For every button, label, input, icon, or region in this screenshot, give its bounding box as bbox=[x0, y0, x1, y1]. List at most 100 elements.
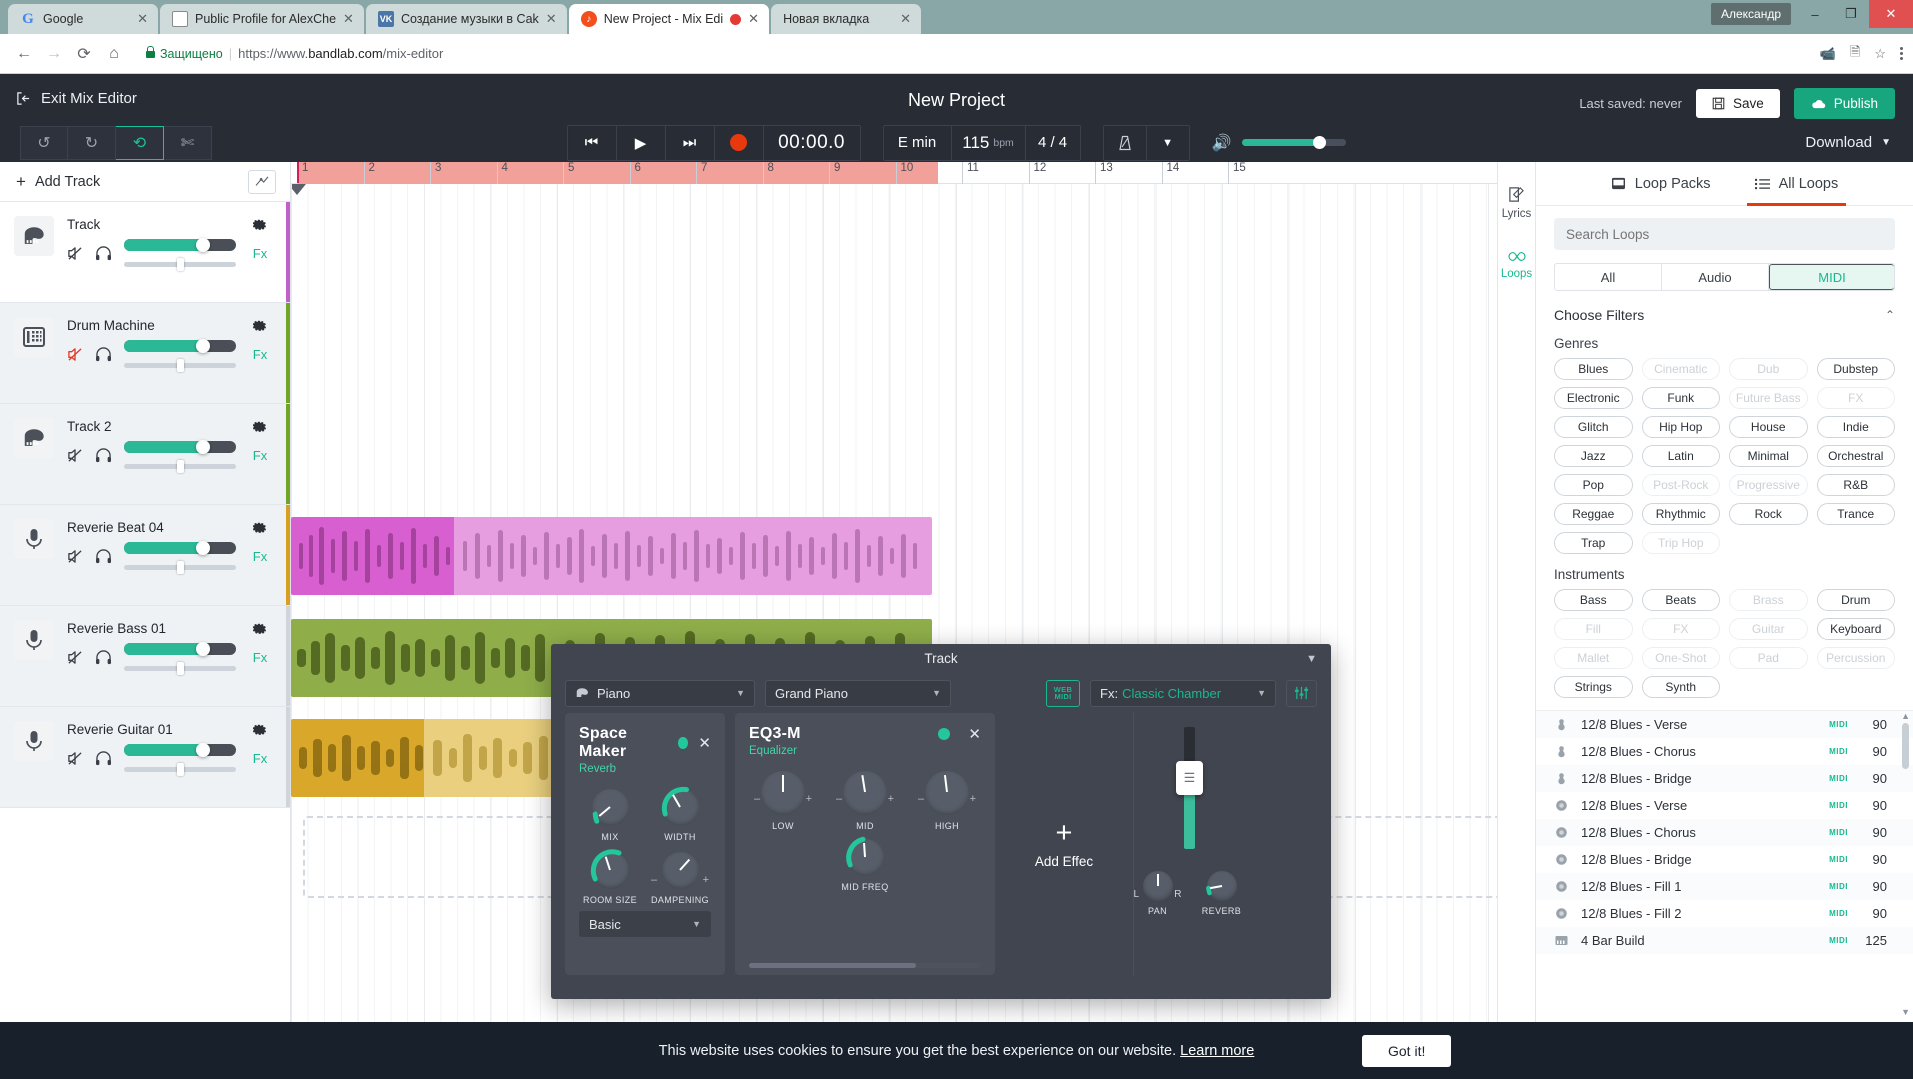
mute-icon[interactable] bbox=[67, 650, 83, 665]
headphones-icon[interactable] bbox=[95, 346, 112, 362]
mute-icon[interactable] bbox=[67, 246, 83, 261]
minus-icon[interactable]: – bbox=[918, 793, 924, 805]
instrument-select[interactable]: Piano ▼ bbox=[565, 679, 755, 707]
loop-list-item[interactable]: 12/8 Blues - Fill 2 MIDI 90 bbox=[1536, 900, 1913, 927]
track-pan-slider[interactable] bbox=[124, 662, 236, 675]
filter-chip[interactable]: Orchestral bbox=[1816, 445, 1895, 467]
loop-list-item[interactable]: 12/8 Blues - Bridge MIDI 90 bbox=[1536, 846, 1913, 873]
close-window-button[interactable]: ✕ bbox=[1869, 0, 1913, 28]
web-midi-button[interactable]: WEB MIDI bbox=[1046, 679, 1080, 707]
clip-track-1[interactable] bbox=[291, 517, 932, 595]
plugin-scrollbar[interactable] bbox=[749, 963, 981, 968]
filter-chip[interactable]: Trap bbox=[1554, 532, 1633, 554]
record-button[interactable] bbox=[714, 125, 764, 160]
close-icon[interactable]: ✕ bbox=[137, 11, 148, 27]
plus-icon[interactable]: + bbox=[703, 874, 709, 886]
plugin-power-toggle[interactable] bbox=[938, 728, 951, 740]
loop-list-item[interactable]: 12/8 Blues - Fill 1 MIDI 90 bbox=[1536, 873, 1913, 900]
loop-list-item[interactable]: 12/8 Blues - Bridge MIDI 90 bbox=[1536, 765, 1913, 792]
knob-dial[interactable] bbox=[925, 771, 969, 815]
filter-chip[interactable]: Rock bbox=[1729, 503, 1808, 525]
close-icon[interactable]: ✕ bbox=[748, 11, 759, 27]
fx-button[interactable]: Fx bbox=[240, 448, 280, 463]
automation-button[interactable] bbox=[248, 169, 276, 194]
knob-width[interactable]: WIDTH bbox=[649, 786, 711, 842]
key-display[interactable]: E min bbox=[883, 125, 952, 160]
home-icon[interactable]: ⌂ bbox=[100, 40, 128, 68]
filter-chip[interactable]: Pop bbox=[1554, 474, 1633, 496]
reload-icon[interactable]: ⟳ bbox=[70, 40, 98, 68]
save-button[interactable]: Save bbox=[1695, 89, 1780, 118]
plugin-preset-select[interactable]: Basic ▼ bbox=[579, 911, 711, 937]
fader-handle[interactable]: ☰ bbox=[1176, 761, 1203, 796]
track-volume-slider[interactable] bbox=[124, 642, 236, 656]
browser-tab-new[interactable]: Новая вкладка ✕ bbox=[771, 4, 922, 34]
headphones-icon[interactable] bbox=[95, 245, 112, 261]
publish-button[interactable]: Publish bbox=[1793, 88, 1895, 119]
track-pan-slider[interactable] bbox=[124, 460, 236, 473]
minus-icon[interactable]: – bbox=[836, 793, 842, 805]
filter-chip[interactable]: Latin bbox=[1641, 445, 1720, 467]
redo-button[interactable]: ↻ bbox=[68, 125, 116, 160]
gear-icon[interactable] bbox=[252, 320, 267, 336]
loop-list-item[interactable]: 12/8 Blues - Verse MIDI 90 bbox=[1536, 711, 1913, 738]
knob-low[interactable]: – + LOW bbox=[752, 771, 814, 831]
time-display[interactable]: 00:00.0 bbox=[763, 125, 860, 160]
type-filter-audio[interactable]: Audio bbox=[1662, 264, 1769, 290]
gear-icon[interactable] bbox=[252, 421, 267, 437]
track-volume-slider[interactable] bbox=[124, 541, 236, 555]
scrollbar-thumb[interactable] bbox=[1902, 723, 1909, 769]
gear-icon[interactable] bbox=[252, 522, 267, 538]
minus-icon[interactable]: – bbox=[651, 874, 657, 886]
filter-chip[interactable]: Bass bbox=[1554, 589, 1633, 611]
filter-chip[interactable]: House bbox=[1729, 416, 1808, 438]
play-button[interactable]: ▶ bbox=[616, 125, 666, 160]
scroll-down-icon[interactable]: ▼ bbox=[1901, 1007, 1910, 1017]
timeline-ruler[interactable]: 1 2 3 4 5 6 7 8 9 10 11 12 13 14 15 bbox=[291, 162, 1497, 195]
gear-icon[interactable] bbox=[252, 724, 267, 740]
knob-room-size[interactable]: ROOM SIZE bbox=[579, 849, 641, 905]
knob-mix[interactable]: MIX bbox=[579, 789, 641, 842]
filter-chip[interactable]: Keyboard bbox=[1816, 618, 1895, 640]
skip-to-start-button[interactable]: ⏮ bbox=[567, 125, 617, 160]
scrollbar-thumb[interactable] bbox=[749, 963, 917, 968]
minus-icon[interactable]: – bbox=[754, 793, 760, 805]
loop-list-item[interactable]: 12/8 Blues - Chorus MIDI 90 bbox=[1536, 738, 1913, 765]
knob-dial[interactable] bbox=[1205, 871, 1237, 901]
metronome-button[interactable] bbox=[1103, 125, 1147, 160]
track-row[interactable]: Track Fx bbox=[0, 202, 290, 303]
minimize-button[interactable]: – bbox=[1797, 0, 1833, 28]
plugin-eq3m[interactable]: EQ3-M ✕ Equalizer – + LOW – + MID – + HI… bbox=[735, 713, 995, 975]
knob-dial[interactable] bbox=[843, 771, 887, 815]
knob-dial[interactable] bbox=[1142, 871, 1173, 901]
tab-loop-packs[interactable]: Loop Packs bbox=[1611, 162, 1711, 206]
browser-tab-vk[interactable]: VK Создание музыки в Cak ✕ bbox=[365, 4, 567, 34]
mute-icon[interactable] bbox=[67, 549, 83, 564]
mute-icon[interactable] bbox=[67, 448, 83, 463]
sliders-icon[interactable] bbox=[1286, 679, 1317, 707]
forward-icon[interactable]: → bbox=[40, 40, 68, 68]
track-effects-modal[interactable]: Track ▼ Piano ▼ Grand Piano ▼ WEB MIDI F… bbox=[551, 644, 1331, 999]
chrome-menu-icon[interactable] bbox=[1900, 47, 1903, 60]
loop-toggle-button[interactable]: ⟲ bbox=[116, 125, 164, 160]
tab-all-loops[interactable]: All Loops bbox=[1746, 162, 1846, 206]
close-icon[interactable]: ✕ bbox=[546, 11, 557, 27]
filter-chip[interactable]: Strings bbox=[1554, 676, 1633, 698]
track-row[interactable]: Reverie Beat 04 Fx bbox=[0, 505, 290, 606]
knob-dial[interactable] bbox=[761, 771, 805, 815]
track-volume-slider[interactable] bbox=[124, 743, 236, 757]
master-volume[interactable]: 🔊 bbox=[1212, 133, 1347, 153]
headphones-icon[interactable] bbox=[95, 548, 112, 564]
close-icon[interactable]: ✕ bbox=[968, 725, 981, 743]
filter-chip[interactable]: Minimal bbox=[1729, 445, 1808, 467]
add-track-button[interactable]: + Add Track bbox=[16, 172, 100, 192]
browser-tab-google[interactable]: G Google ✕ bbox=[8, 4, 158, 34]
track-pan-slider[interactable] bbox=[124, 359, 236, 372]
gear-icon[interactable] bbox=[252, 623, 267, 639]
knob-dial[interactable] bbox=[661, 852, 699, 889]
choose-filters-header[interactable]: Choose Filters ⌃ bbox=[1554, 307, 1895, 323]
filter-chip[interactable]: Trance bbox=[1816, 503, 1895, 525]
fx-button[interactable]: Fx bbox=[240, 347, 280, 362]
metronome-dropdown-button[interactable]: ▼ bbox=[1146, 125, 1189, 160]
search-input[interactable] bbox=[1554, 218, 1895, 250]
